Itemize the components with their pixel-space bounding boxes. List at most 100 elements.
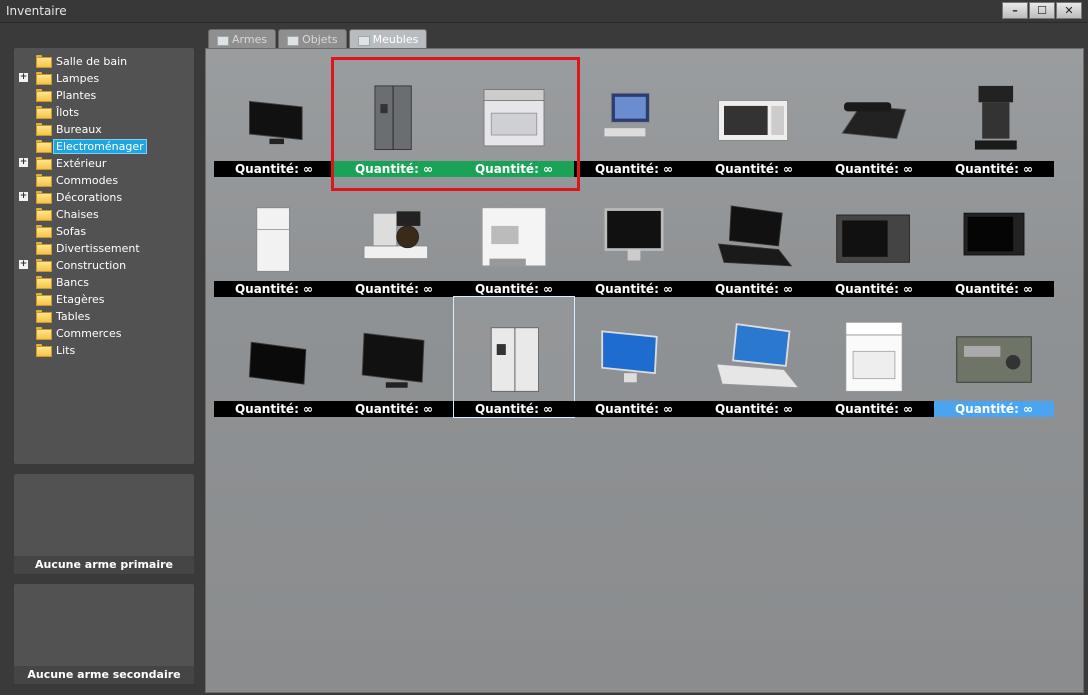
- flat-tv-icon: [249, 100, 303, 145]
- minimize-button[interactable]: –: [1002, 2, 1028, 19]
- tab-armes[interactable]: Armes: [208, 29, 277, 49]
- folder-icon: [36, 72, 52, 85]
- tree-item[interactable]: Commodes: [14, 172, 194, 189]
- tree-item-label: Commerces: [56, 327, 122, 340]
- inventory-item[interactable]: Quantité: ∞: [334, 177, 454, 297]
- inventory-item[interactable]: Quantité: ∞: [694, 57, 814, 177]
- tree-item[interactable]: Commerces: [14, 325, 194, 342]
- tree-item-label: Lampes: [56, 72, 100, 85]
- tab-bar: Armes Objets Meubles: [208, 29, 428, 49]
- tree-item[interactable]: Lits: [14, 342, 194, 359]
- secondary-weapon-slot[interactable]: Aucune arme secondaire: [14, 584, 194, 684]
- imac-icon: [604, 208, 664, 261]
- tree-item-label: Décorations: [56, 191, 123, 204]
- inventory-item[interactable]: Quantité: ∞: [454, 177, 574, 297]
- item-quantity: Quantité: ∞: [814, 161, 934, 177]
- item-quantity: Quantité: ∞: [574, 401, 694, 417]
- tree-item[interactable]: Bureaux: [14, 121, 194, 138]
- tree-item-label: Lits: [56, 344, 76, 357]
- item-quantity: Quantité: ∞: [574, 161, 694, 177]
- inventory-item[interactable]: Quantité: ∞: [574, 297, 694, 417]
- inventory-item[interactable]: Quantité: ∞: [453, 296, 575, 418]
- inventory-item[interactable]: Quantité: ∞: [694, 177, 814, 297]
- inventory-item[interactable]: Quantité: ∞: [574, 177, 694, 297]
- maximize-button[interactable]: ☐: [1029, 2, 1055, 19]
- folder-icon: [36, 208, 52, 221]
- item-quantity: Quantité: ∞: [934, 161, 1054, 177]
- tree-item[interactable]: + Construction: [14, 257, 194, 274]
- inventory-item[interactable]: Quantité: ∞: [214, 177, 334, 297]
- item-quantity: Quantité: ∞: [334, 161, 454, 177]
- expand-icon[interactable]: +: [19, 192, 28, 201]
- tree-item[interactable]: + Lampes: [14, 70, 194, 87]
- inventory-item[interactable]: Quantité: ∞: [814, 297, 934, 417]
- desk-phone-icon: [841, 102, 907, 140]
- expand-icon[interactable]: +: [19, 73, 28, 82]
- tab-label: Meubles: [372, 32, 419, 46]
- inventory-item[interactable]: Quantité: ∞: [214, 297, 334, 417]
- tree-item[interactable]: Etagères: [14, 291, 194, 308]
- tree-item-label: Chaises: [56, 208, 99, 221]
- microwave-icon: [718, 100, 789, 141]
- tree-item-label: Extérieur: [56, 157, 107, 170]
- inventory-item[interactable]: Quantité: ∞: [334, 297, 454, 417]
- secondary-weapon-label: Aucune arme secondaire: [14, 666, 194, 684]
- cube-icon: [216, 34, 229, 46]
- folder-icon: [36, 225, 52, 238]
- inventory-item[interactable]: Quantité: ∞: [814, 177, 934, 297]
- inventory-item[interactable]: Quantité: ∞: [934, 297, 1054, 417]
- tree-item[interactable]: Salle de bain: [14, 53, 194, 70]
- tree-item[interactable]: Sofas: [14, 223, 194, 240]
- tree-item-label: Bancs: [56, 276, 90, 289]
- tree-item[interactable]: Tables: [14, 308, 194, 325]
- expand-icon[interactable]: +: [19, 260, 28, 269]
- tab-objets[interactable]: Objets: [278, 29, 347, 49]
- inventory-item[interactable]: Quantité: ∞: [934, 177, 1054, 297]
- primary-weapon-slot[interactable]: Aucune arme primaire: [14, 474, 194, 574]
- black-laptop-icon: [717, 205, 793, 267]
- item-quantity: Quantité: ∞: [694, 161, 814, 177]
- item-quantity: Quantité: ∞: [934, 401, 1054, 417]
- tree-item[interactable]: Divertissement: [14, 240, 194, 257]
- tree-item[interactable]: Chaises: [14, 206, 194, 223]
- tree-item-label: Construction: [56, 259, 127, 272]
- tab-meubles[interactable]: Meubles: [348, 29, 428, 49]
- item-quantity: Quantité: ∞: [214, 401, 334, 417]
- cube-icon: [357, 34, 370, 46]
- tree-item[interactable]: + Extérieur: [14, 155, 194, 172]
- item-quantity: Quantité: ∞: [694, 401, 814, 417]
- inventory-item[interactable]: Quantité: ∞: [814, 57, 934, 177]
- tree-item-label: Plantes: [56, 89, 97, 102]
- tree-item[interactable]: Bancs: [14, 274, 194, 291]
- white-fridge-icon: [256, 207, 290, 272]
- inventory-item[interactable]: Quantité: ∞: [694, 297, 814, 417]
- electric-stove-icon: [483, 89, 545, 147]
- inventory-item[interactable]: Quantité: ∞: [934, 57, 1054, 177]
- inventory-item[interactable]: Quantité: ∞: [454, 57, 574, 177]
- item-quantity: Quantité: ∞: [454, 281, 574, 297]
- item-quantity: Quantité: ∞: [334, 401, 454, 417]
- category-tree: Salle de bain + Lampes Plantes Îlots Bureaux E…: [14, 48, 194, 464]
- folder-icon: [36, 310, 52, 323]
- title-bar: Inventaire – ☐ ✕: [0, 0, 1088, 23]
- folder-icon: [36, 140, 52, 153]
- folder-icon: [36, 123, 52, 136]
- tree-item[interactable]: + Décorations: [14, 189, 194, 206]
- lcd-tv-icon: [361, 332, 425, 388]
- wall-tv-icon: [248, 341, 307, 385]
- tree-item[interactable]: Plantes: [14, 87, 194, 104]
- inventory-item[interactable]: Quantité: ∞: [334, 57, 454, 177]
- tree-item-label: Divertissement: [56, 242, 140, 255]
- tree-item-label: Îlots: [56, 106, 80, 119]
- tree-item[interactable]: Îlots: [14, 104, 194, 121]
- expand-icon[interactable]: +: [19, 158, 28, 167]
- blue-monitor-icon: [601, 330, 658, 383]
- tree-item[interactable]: Electroménager: [14, 138, 194, 155]
- close-button[interactable]: ✕: [1056, 2, 1082, 19]
- inventory-item[interactable]: Quantité: ∞: [214, 57, 334, 177]
- steel-fridge-icon: [374, 85, 412, 150]
- inventory-item[interactable]: Quantité: ∞: [574, 57, 694, 177]
- radio-icon: [956, 336, 1032, 383]
- folder-icon: [36, 55, 52, 68]
- tree-item-label: Salle de bain: [56, 55, 128, 68]
